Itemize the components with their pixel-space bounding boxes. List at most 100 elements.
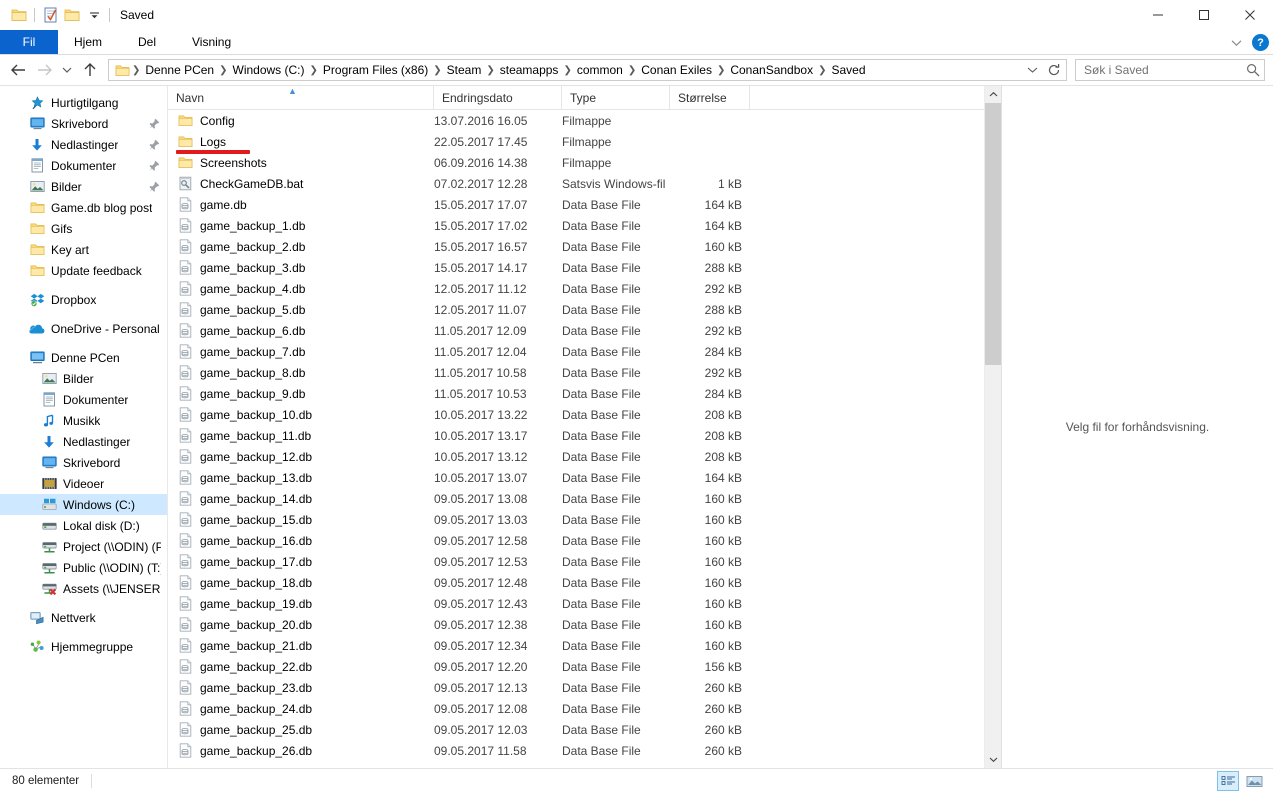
cell-name[interactable]: game_backup_19.db (168, 596, 434, 611)
breadcrumb-separator[interactable]: ❯ (716, 65, 726, 76)
table-row[interactable]: game_backup_23.db09.05.2017 12.13Data Ba… (168, 677, 984, 698)
sidebar-item-gifs[interactable]: Gifs (0, 218, 167, 239)
table-row[interactable]: game_backup_25.db09.05.2017 12.03Data Ba… (168, 719, 984, 740)
sidebar-item-project-odin-p[interactable]: Project (\\ODIN) (P: (0, 536, 167, 557)
breadcrumb-separator[interactable]: ❯ (131, 65, 141, 76)
cell-name[interactable]: game_backup_25.db (168, 722, 434, 737)
breadcrumb-separator[interactable]: ❯ (485, 65, 495, 76)
breadcrumb-item-7[interactable]: ConanSandbox (726, 63, 817, 77)
tab-del[interactable]: Del (118, 30, 176, 54)
table-row[interactable]: game_backup_13.db10.05.2017 13.07Data Ba… (168, 467, 984, 488)
table-row[interactable]: game_backup_15.db09.05.2017 13.03Data Ba… (168, 509, 984, 530)
breadcrumb-item-1[interactable]: Windows (C:) (229, 63, 309, 77)
cell-name[interactable]: game_backup_24.db (168, 701, 434, 716)
cell-name[interactable]: game_backup_21.db (168, 638, 434, 653)
breadcrumb-separator[interactable]: ❯ (432, 65, 442, 76)
table-row[interactable]: game_backup_5.db12.05.2017 11.07Data Bas… (168, 299, 984, 320)
cell-name[interactable]: game_backup_1.db (168, 218, 434, 233)
sidebar-item-skrivebord[interactable]: Skrivebord (0, 113, 167, 134)
table-row[interactable]: game_backup_17.db09.05.2017 12.53Data Ba… (168, 551, 984, 572)
table-row[interactable]: game.db15.05.2017 17.07Data Base File164… (168, 194, 984, 215)
cell-name[interactable]: game.db (168, 197, 434, 212)
cell-name[interactable]: game_backup_23.db (168, 680, 434, 695)
column-header-type[interactable]: Type (562, 86, 670, 110)
sidebar-item-hjemmegruppe[interactable]: Hjemmegruppe (0, 636, 167, 657)
arrow-up-icon[interactable] (78, 58, 102, 82)
cell-name[interactable]: game_backup_14.db (168, 491, 434, 506)
cell-name[interactable]: game_backup_13.db (168, 470, 434, 485)
large-icons-view-icon[interactable] (1243, 771, 1265, 791)
column-header-name[interactable]: Navn ▲ (168, 86, 434, 110)
table-row[interactable]: game_backup_14.db09.05.2017 13.08Data Ba… (168, 488, 984, 509)
sidebar-item-dokumenter[interactable]: Dokumenter (0, 389, 167, 410)
breadcrumb-separator[interactable]: ❯ (817, 65, 827, 76)
cell-name[interactable]: game_backup_6.db (168, 323, 434, 338)
table-row[interactable]: game_backup_1.db15.05.2017 17.02Data Bas… (168, 215, 984, 236)
cell-name[interactable]: game_backup_22.db (168, 659, 434, 674)
table-row[interactable]: game_backup_20.db09.05.2017 12.38Data Ba… (168, 614, 984, 635)
breadcrumb-item-8[interactable]: Saved (827, 63, 869, 77)
table-row[interactable]: game_backup_10.db10.05.2017 13.22Data Ba… (168, 404, 984, 425)
sidebar-item-musikk[interactable]: Musikk (0, 410, 167, 431)
table-row[interactable]: game_backup_21.db09.05.2017 12.34Data Ba… (168, 635, 984, 656)
breadcrumb-bar[interactable]: ❯ Denne PCen ❯ Windows (C:) ❯ Program Fi… (108, 59, 1067, 81)
scroll-up-icon[interactable] (985, 86, 1001, 103)
folder-icon[interactable] (61, 4, 83, 26)
chevron-down-icon[interactable] (1022, 60, 1042, 80)
sidebar-item-hurtigtilgang[interactable]: Hurtigtilgang (0, 92, 167, 113)
table-row[interactable]: CheckGameDB.bat07.02.2017 12.28Satsvis W… (168, 173, 984, 194)
cell-name[interactable]: game_backup_7.db (168, 344, 434, 359)
search-input[interactable]: Søk i Saved (1075, 59, 1265, 81)
sidebar-item-update-feedback[interactable]: Update feedback (0, 260, 167, 281)
navigation-pane[interactable]: HurtigtilgangSkrivebordNedlastinger Dokum… (0, 86, 168, 768)
breadcrumb-item-5[interactable]: common (573, 63, 627, 77)
cell-name[interactable]: Logs (168, 135, 434, 149)
breadcrumb-item-2[interactable]: Program Files (x86) (319, 63, 432, 77)
chevron-down-icon[interactable] (1226, 33, 1246, 53)
cell-name[interactable]: game_backup_20.db (168, 617, 434, 632)
table-row[interactable]: game_backup_26.db09.05.2017 11.58Data Ba… (168, 740, 984, 761)
table-row[interactable]: game_backup_4.db12.05.2017 11.12Data Bas… (168, 278, 984, 299)
cell-name[interactable]: game_backup_4.db (168, 281, 434, 296)
cell-name[interactable]: Config (168, 114, 434, 128)
cell-name[interactable]: game_backup_3.db (168, 260, 434, 275)
properties-check-icon[interactable] (39, 4, 61, 26)
table-row[interactable]: game_backup_9.db11.05.2017 10.53Data Bas… (168, 383, 984, 404)
pin-icon[interactable] (147, 181, 161, 193)
breadcrumb-separator[interactable]: ❯ (627, 65, 637, 76)
help-icon[interactable]: ? (1252, 34, 1269, 51)
recent-locations-chevron-down-icon[interactable] (58, 58, 76, 82)
column-header-size[interactable]: Størrelse (670, 86, 750, 110)
table-row[interactable]: game_backup_18.db09.05.2017 12.48Data Ba… (168, 572, 984, 593)
sidebar-item-denne-pcen[interactable]: Denne PCen (0, 347, 167, 368)
cell-name[interactable]: game_backup_11.db (168, 428, 434, 443)
cell-name[interactable]: game_backup_5.db (168, 302, 434, 317)
sidebar-item-bilder[interactable]: Bilder (0, 176, 167, 197)
vertical-scrollbar[interactable] (984, 86, 1001, 768)
cell-name[interactable]: game_backup_12.db (168, 449, 434, 464)
table-row[interactable]: game_backup_2.db15.05.2017 16.57Data Bas… (168, 236, 984, 257)
table-row[interactable]: game_backup_12.db10.05.2017 13.12Data Ba… (168, 446, 984, 467)
sidebar-item-onedrive-personal[interactable]: OneDrive - Personal (0, 318, 167, 339)
table-row[interactable]: game_backup_16.db09.05.2017 12.58Data Ba… (168, 530, 984, 551)
file-rows[interactable]: Config13.07.2016 16.05FilmappeLogs22.05.… (168, 110, 984, 768)
column-header-date[interactable]: Endringsdato (434, 86, 562, 110)
cell-name[interactable]: game_backup_9.db (168, 386, 434, 401)
cell-name[interactable]: game_backup_18.db (168, 575, 434, 590)
chevron-down-icon[interactable] (83, 4, 105, 26)
breadcrumb-separator[interactable]: ❯ (218, 65, 228, 76)
arrow-left-icon[interactable] (6, 58, 30, 82)
cell-name[interactable]: game_backup_2.db (168, 239, 434, 254)
breadcrumb-separator[interactable]: ❯ (562, 65, 572, 76)
sidebar-item-bilder[interactable]: Bilder (0, 368, 167, 389)
close-icon[interactable] (1227, 0, 1273, 30)
scrollbar-track[interactable] (985, 103, 1001, 751)
sidebar-item-public-odin-t[interactable]: Public (\\ODIN) (T:) (0, 557, 167, 578)
pin-icon[interactable] (147, 118, 161, 130)
cell-name[interactable]: game_backup_15.db (168, 512, 434, 527)
cell-name[interactable]: game_backup_17.db (168, 554, 434, 569)
table-row[interactable]: game_backup_24.db09.05.2017 12.08Data Ba… (168, 698, 984, 719)
sidebar-item-nedlastinger[interactable]: Nedlastinger (0, 134, 167, 155)
sidebar-item-game-db-blog-post[interactable]: Game.db blog post (0, 197, 167, 218)
table-row[interactable]: game_backup_22.db09.05.2017 12.20Data Ba… (168, 656, 984, 677)
